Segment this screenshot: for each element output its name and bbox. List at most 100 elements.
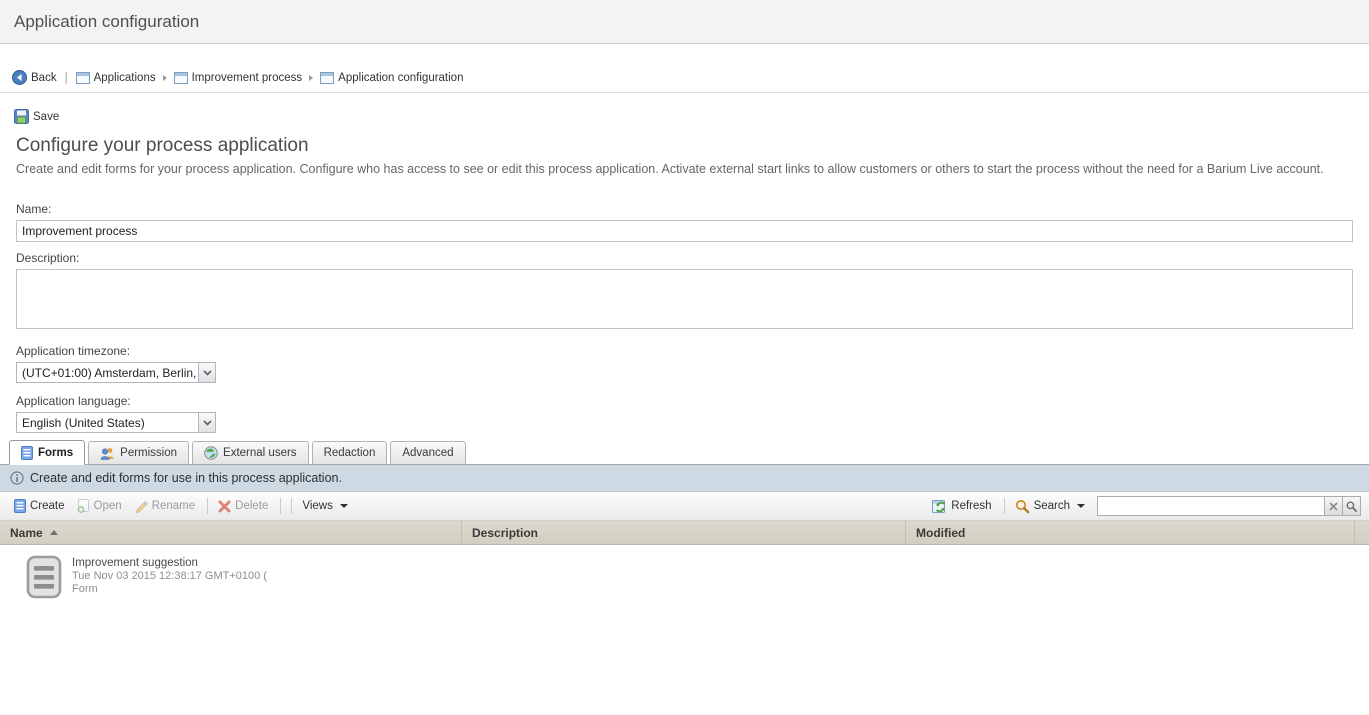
open-label: Open bbox=[94, 500, 122, 512]
forms-table: Name Description Modified Improvement su… bbox=[0, 521, 1369, 670]
window-icon bbox=[320, 72, 334, 84]
clear-search-button[interactable] bbox=[1325, 496, 1343, 516]
tab-bar: Forms Permission External users Redactio… bbox=[0, 433, 1369, 465]
timezone-value: (UTC+01:00) Amsterdam, Berlin, bbox=[17, 363, 198, 382]
toolbar-separator bbox=[1004, 498, 1005, 514]
refresh-label: Refresh bbox=[951, 500, 991, 512]
globe-icon bbox=[204, 446, 218, 460]
action-bar: Save bbox=[0, 93, 1369, 129]
views-label: Views bbox=[302, 500, 332, 512]
language-value: English (United States) bbox=[17, 413, 198, 432]
breadcrumb-item-improvement-process[interactable]: Improvement process bbox=[174, 72, 303, 84]
row-title: Improvement suggestion bbox=[72, 557, 267, 569]
window-titlebar: Application configuration bbox=[0, 0, 1369, 44]
toolbar-separator bbox=[291, 498, 292, 514]
header-gutter bbox=[1355, 521, 1369, 544]
table-header: Name Description Modified bbox=[0, 521, 1369, 545]
run-search-button[interactable] bbox=[1343, 496, 1361, 516]
page-heading: Configure your process application bbox=[16, 135, 1369, 157]
description-label: Description: bbox=[16, 251, 1369, 265]
back-label: Back bbox=[31, 72, 57, 84]
info-bar: Create and edit forms for use in this pr… bbox=[0, 465, 1369, 492]
close-icon bbox=[1329, 502, 1338, 511]
back-icon bbox=[12, 70, 27, 85]
chevron-right-icon bbox=[308, 74, 314, 82]
search-label: Search bbox=[1034, 500, 1070, 512]
back-button[interactable]: Back bbox=[12, 70, 57, 85]
window-icon bbox=[174, 72, 188, 84]
timezone-label: Application timezone: bbox=[16, 344, 1369, 358]
column-header-name[interactable]: Name bbox=[0, 521, 462, 544]
delete-button[interactable]: Delete bbox=[218, 500, 268, 513]
search-menu-button[interactable]: Search bbox=[1015, 499, 1085, 514]
create-button[interactable]: Create bbox=[14, 499, 65, 513]
save-button[interactable]: Save bbox=[14, 109, 59, 124]
tab-forms[interactable]: Forms bbox=[9, 440, 85, 465]
breadcrumb: Back | Applications Improvement process … bbox=[0, 44, 1369, 93]
refresh-icon bbox=[932, 499, 947, 514]
language-label: Application language: bbox=[16, 394, 1369, 408]
caret-down-icon bbox=[1077, 504, 1085, 508]
form-icon bbox=[21, 446, 33, 460]
tab-permission[interactable]: Permission bbox=[88, 441, 189, 464]
delete-label: Delete bbox=[235, 500, 268, 512]
application-configuration-page: { "header": { "title": "Application conf… bbox=[0, 0, 1369, 715]
create-label: Create bbox=[30, 500, 65, 512]
column-label: Description bbox=[472, 526, 538, 540]
intro-text: Create and edit forms for your process a… bbox=[16, 161, 1353, 178]
save-label: Save bbox=[33, 111, 59, 123]
timezone-select[interactable]: (UTC+01:00) Amsterdam, Berlin, bbox=[16, 362, 216, 383]
rename-button[interactable]: Rename bbox=[134, 499, 195, 513]
column-label: Name bbox=[10, 526, 43, 540]
name-input[interactable] bbox=[16, 220, 1353, 242]
chevron-down-icon[interactable] bbox=[198, 413, 215, 432]
info-icon bbox=[10, 471, 24, 485]
tab-advanced[interactable]: Advanced bbox=[390, 441, 465, 464]
views-menu-button[interactable]: Views bbox=[302, 500, 347, 512]
description-input[interactable] bbox=[16, 269, 1353, 329]
open-button[interactable]: Open bbox=[77, 499, 122, 513]
toolbar-separator bbox=[207, 498, 208, 514]
table-body: Improvement suggestion Tue Nov 03 2015 1… bbox=[0, 545, 1369, 670]
magnifier-icon bbox=[1346, 501, 1357, 512]
open-icon bbox=[77, 499, 90, 513]
delete-x-icon bbox=[218, 500, 231, 513]
toolbar-separator bbox=[280, 498, 281, 514]
tab-label: Permission bbox=[120, 447, 177, 459]
breadcrumb-label: Application configuration bbox=[338, 72, 463, 84]
row-text: Improvement suggestion Tue Nov 03 2015 1… bbox=[72, 555, 267, 599]
separator: | bbox=[65, 72, 68, 84]
name-label: Name: bbox=[16, 202, 1369, 216]
table-row[interactable]: Improvement suggestion Tue Nov 03 2015 1… bbox=[0, 545, 1369, 599]
users-icon bbox=[100, 447, 115, 460]
info-text: Create and edit forms for use in this pr… bbox=[30, 471, 342, 485]
page-title: Application configuration bbox=[14, 12, 199, 32]
breadcrumb-item-application-configuration[interactable]: Application configuration bbox=[320, 72, 463, 84]
tab-external-users[interactable]: External users bbox=[192, 441, 309, 464]
sort-ascending-icon bbox=[50, 530, 58, 535]
tab-label: Redaction bbox=[324, 447, 376, 459]
form-document-icon bbox=[26, 555, 62, 599]
search-input[interactable] bbox=[1097, 496, 1325, 516]
window-icon bbox=[76, 72, 90, 84]
language-select[interactable]: English (United States) bbox=[16, 412, 216, 433]
breadcrumb-item-applications[interactable]: Applications bbox=[76, 72, 156, 84]
row-modified: Tue Nov 03 2015 12:38:17 GMT+0100 ( bbox=[72, 570, 267, 582]
breadcrumb-label: Applications bbox=[94, 72, 156, 84]
rename-label: Rename bbox=[152, 500, 195, 512]
save-icon bbox=[14, 109, 29, 124]
cell-name: Improvement suggestion Tue Nov 03 2015 1… bbox=[0, 555, 462, 599]
pencil-icon bbox=[134, 499, 148, 513]
tab-label: Forms bbox=[38, 447, 73, 459]
column-header-description[interactable]: Description bbox=[462, 521, 906, 544]
chevron-down-icon[interactable] bbox=[198, 363, 215, 382]
row-type: Form bbox=[72, 583, 267, 595]
tab-redaction[interactable]: Redaction bbox=[312, 441, 388, 464]
caret-down-icon bbox=[340, 504, 348, 508]
grid-toolbar: Create Open Rename Delete Views Refresh bbox=[0, 492, 1369, 521]
refresh-button[interactable]: Refresh bbox=[932, 499, 991, 514]
column-header-modified[interactable]: Modified bbox=[906, 521, 1355, 544]
tab-label: External users bbox=[223, 447, 297, 459]
tab-label: Advanced bbox=[402, 447, 453, 459]
create-icon bbox=[14, 499, 26, 513]
